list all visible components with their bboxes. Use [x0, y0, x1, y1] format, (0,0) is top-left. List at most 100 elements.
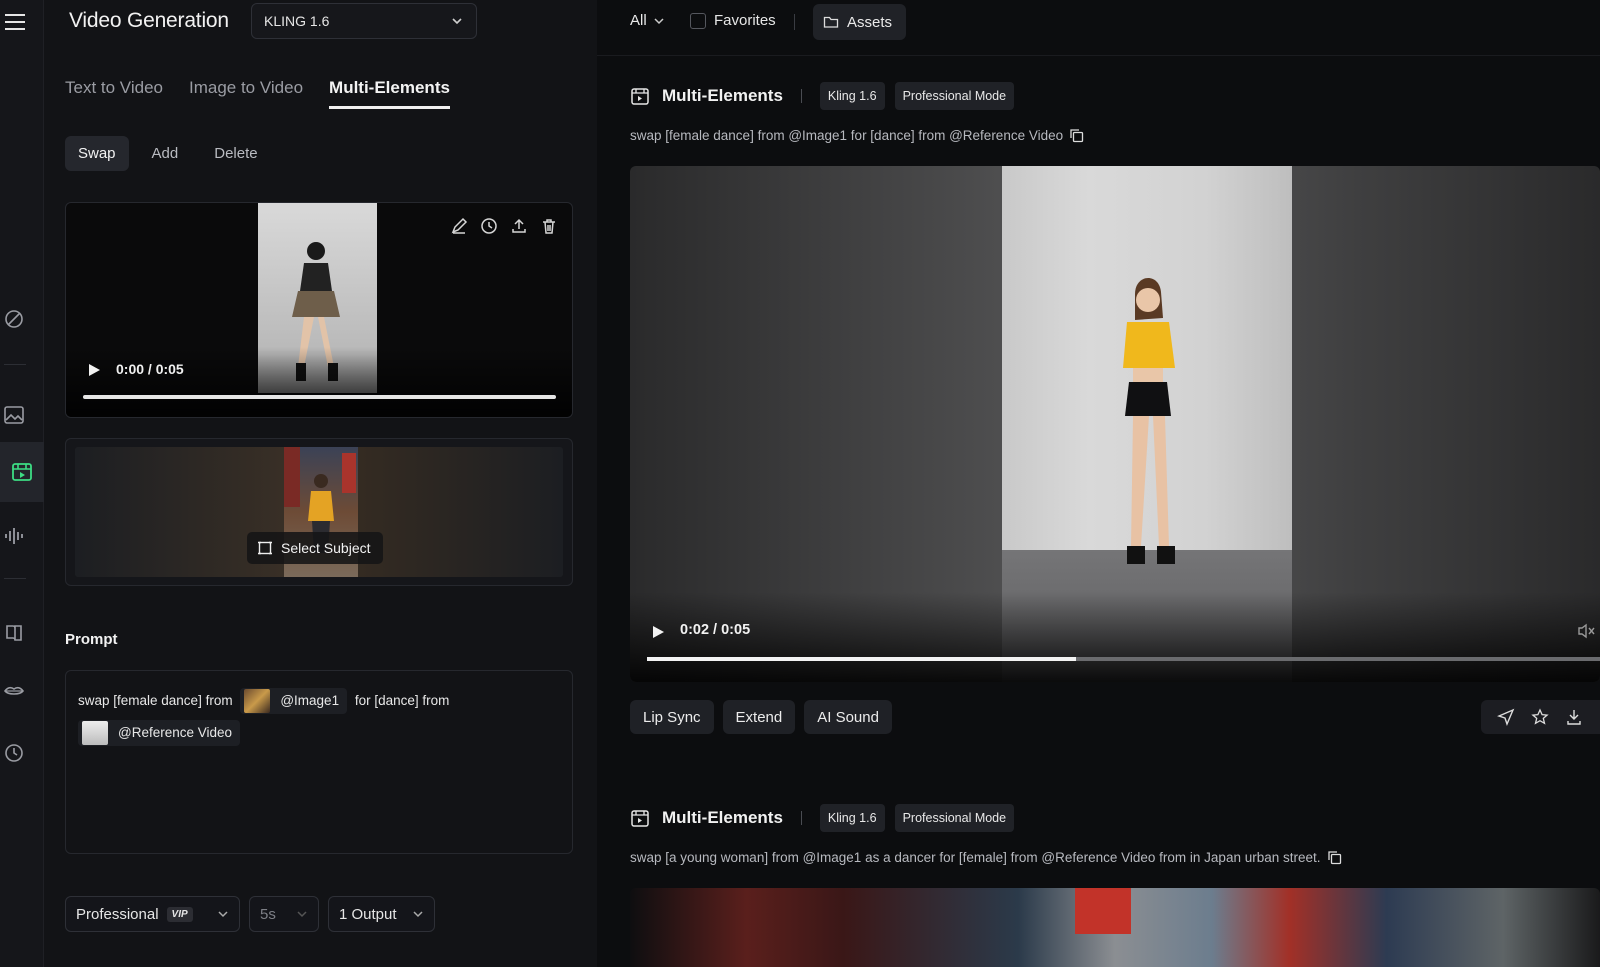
duration-select[interactable]: 5s: [249, 896, 319, 932]
send-icon[interactable]: [1497, 708, 1515, 726]
star-icon[interactable]: [1531, 708, 1549, 726]
video-overlay: [66, 347, 572, 417]
filter-value: All: [630, 12, 647, 29]
video-reference-label: @Reference Video: [118, 725, 233, 741]
reference-video-card[interactable]: 0:00 / 0:05: [65, 202, 573, 418]
multi-elements-icon: [631, 810, 649, 827]
filter-select[interactable]: All: [630, 12, 665, 29]
result-prompt-text: swap [female dance] from @Image1 for [da…: [630, 128, 1064, 143]
image-reference-label: @Image1: [280, 693, 340, 709]
extend-button[interactable]: Extend: [722, 700, 796, 734]
subtab-add[interactable]: Add: [139, 136, 192, 171]
select-subject-label: Select Subject: [281, 540, 371, 556]
generation-panel: Video Generation KLING 1.6 Text to Video…: [44, 0, 597, 967]
ai-sound-button[interactable]: AI Sound: [804, 700, 892, 734]
quality-mode-value: Professional: [76, 905, 159, 923]
output-count-value: 1 Output: [339, 905, 397, 923]
result-header: Multi-Elements Kling 1.6 Professional Mo…: [630, 804, 1015, 832]
street-sign: [1075, 888, 1131, 934]
result-title: Multi-Elements: [662, 86, 783, 105]
video-reference-chip[interactable]: @Reference Video: [78, 720, 241, 747]
lip-sync-button[interactable]: Lip Sync: [630, 700, 714, 734]
chevron-down-icon: [218, 911, 228, 918]
tab-text-to-video[interactable]: Text to Video: [65, 78, 163, 109]
result-video-subject: [1123, 277, 1175, 564]
video-generation-icon[interactable]: [0, 442, 44, 502]
video-tools: [450, 217, 558, 235]
image-reference-thumbnail: [244, 689, 271, 714]
download-icon[interactable]: [1565, 708, 1583, 726]
play-icon[interactable]: [650, 624, 666, 640]
video-reference-thumbnail: [82, 721, 108, 746]
copy-icon[interactable]: [1327, 850, 1342, 865]
chevron-down-icon: [297, 911, 307, 918]
image-icon[interactable]: [3, 404, 25, 426]
lips-icon[interactable]: [3, 680, 25, 702]
prompt-text: swap [female dance] from: [78, 693, 233, 708]
tab-multi-elements[interactable]: Multi-Elements: [329, 78, 450, 109]
menu-icon[interactable]: [3, 10, 27, 34]
history-icon[interactable]: [3, 742, 25, 764]
model-select-value: KLING 1.6: [264, 13, 330, 29]
assets-button[interactable]: Assets: [813, 4, 907, 40]
prompt-text: for [dance] from: [354, 693, 450, 708]
image-reference-chip[interactable]: @Image1: [240, 688, 348, 715]
book-icon[interactable]: [3, 622, 25, 644]
effects-icon[interactable]: [3, 308, 25, 330]
output-count-select[interactable]: 1 Output: [328, 896, 435, 932]
result-prompt: swap [a young woman] from @Image1 as a d…: [630, 850, 1342, 865]
crop-icon: [258, 541, 272, 555]
play-icon[interactable]: [86, 362, 102, 378]
result-actions: Lip Sync Extend AI Sound: [630, 700, 892, 734]
tab-image-to-video[interactable]: Image to Video: [189, 78, 303, 109]
rail-divider: [4, 364, 26, 365]
result-prompt: swap [female dance] from @Image1 for [da…: [630, 128, 1084, 143]
header-divider: [800, 89, 802, 103]
model-select[interactable]: KLING 1.6: [251, 3, 477, 39]
video-progress-bar[interactable]: [83, 395, 556, 399]
audio-icon[interactable]: [3, 525, 25, 547]
player-overlay: [630, 592, 1600, 682]
quality-mode-select[interactable]: Professional VIP: [65, 896, 240, 932]
mode-tag: Professional Mode: [894, 804, 1015, 832]
model-tag: Kling 1.6: [819, 82, 885, 110]
video-timestamp: 0:02 / 0:05: [680, 622, 751, 638]
result-tools: [1481, 700, 1600, 734]
multi-elements-icon: [631, 88, 649, 105]
left-rail: [0, 0, 44, 967]
chevron-down-icon: [654, 17, 664, 24]
chevron-down-icon: [413, 911, 423, 918]
subtab-swap[interactable]: Swap: [65, 136, 129, 171]
favorites-label: Favorites: [714, 12, 776, 29]
prompt-label: Prompt: [65, 631, 118, 648]
result-prompt-text: swap [a young woman] from @Image1 as a d…: [630, 850, 1321, 865]
select-subject-button[interactable]: Select Subject: [247, 532, 383, 564]
favorites-checkbox[interactable]: [690, 12, 706, 29]
prompt-input[interactable]: swap [female dance] from @Image1 for [da…: [65, 670, 573, 854]
mode-tag: Professional Mode: [894, 82, 1015, 110]
header-divider: [800, 811, 802, 825]
mode-tabs: Text to Video Image to Video Multi-Eleme…: [65, 78, 450, 109]
folder-icon: [823, 16, 839, 28]
mute-icon[interactable]: [1576, 621, 1596, 641]
subtab-delete[interactable]: Delete: [201, 136, 270, 171]
operation-tabs: Swap Add Delete: [65, 136, 271, 171]
video-progress-fill: [647, 657, 1076, 661]
results-toolbar: All Favorites Assets: [597, 0, 1600, 56]
subject-image-card[interactable]: Select Subject: [65, 438, 573, 586]
copy-icon[interactable]: [1069, 128, 1084, 143]
upload-icon[interactable]: [510, 217, 528, 235]
favorites-toggle[interactable]: Favorites: [690, 12, 776, 29]
vip-badge: VIP: [166, 906, 193, 922]
assets-label: Assets: [847, 13, 893, 31]
edit-icon[interactable]: [450, 217, 468, 235]
result-title: Multi-Elements: [662, 808, 783, 827]
trash-icon[interactable]: [540, 217, 558, 235]
result-video-thumbnail[interactable]: [630, 888, 1600, 967]
generation-settings: Professional VIP 5s 1 Output: [65, 896, 435, 932]
result-video-player[interactable]: 0:02 / 0:05: [630, 166, 1600, 682]
model-tag: Kling 1.6: [819, 804, 885, 832]
chevron-down-icon: [452, 18, 462, 25]
history-icon[interactable]: [480, 217, 498, 235]
result-header: Multi-Elements Kling 1.6 Professional Mo…: [630, 82, 1015, 110]
